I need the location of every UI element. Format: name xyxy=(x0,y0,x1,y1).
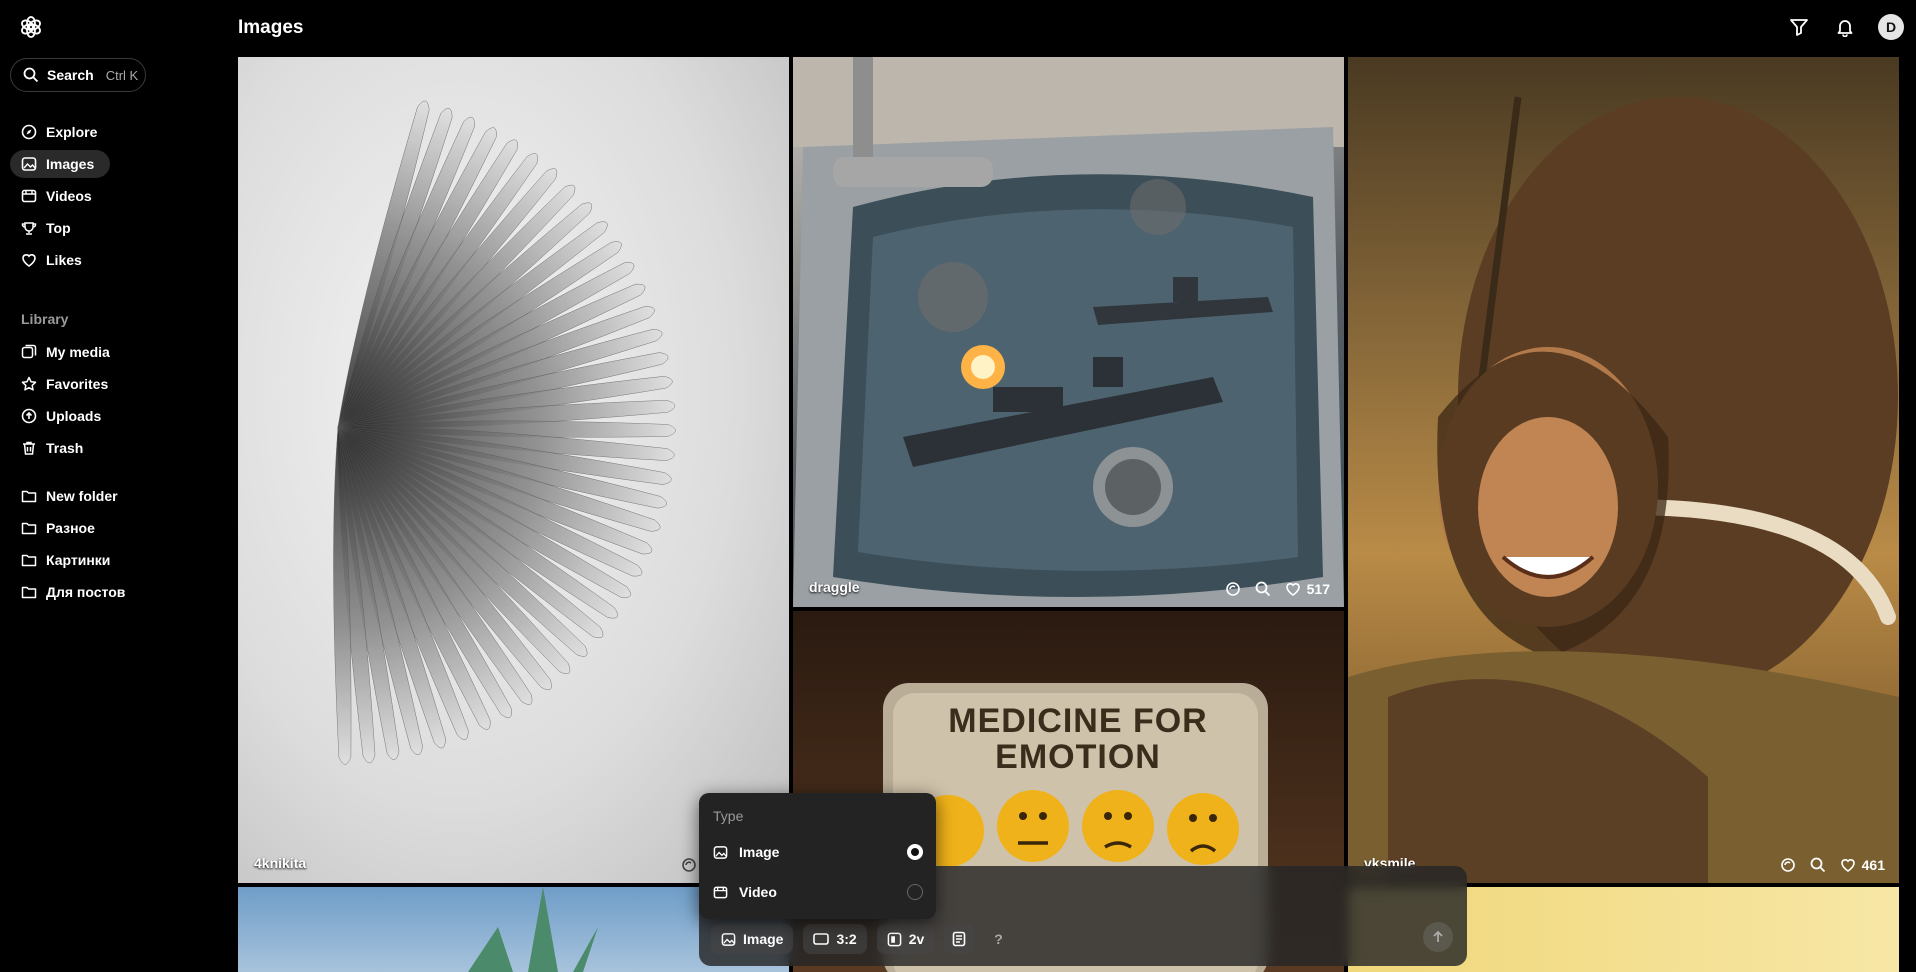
folder-label: New folder xyxy=(46,488,118,504)
type-option-label: Video xyxy=(739,884,777,900)
folder-item[interactable]: Картинки xyxy=(10,546,126,574)
bell-icon[interactable] xyxy=(1832,14,1858,40)
type-option-video[interactable]: Video xyxy=(713,877,923,907)
tile-author[interactable]: draggle xyxy=(809,579,860,595)
sidebar-item-favorites[interactable]: Favorites xyxy=(10,370,124,398)
folder-icon xyxy=(21,554,37,567)
sidebar-item-label: Favorites xyxy=(46,376,109,392)
library-heading: Library xyxy=(21,311,69,327)
image-icon xyxy=(721,932,736,946)
gallery-tile[interactable]: 4knikita xyxy=(238,57,789,883)
type-selector-button[interactable]: Image xyxy=(711,924,794,954)
arrow-up-icon xyxy=(1433,930,1443,942)
sidebar-item-label: Images xyxy=(46,156,95,172)
page-title: Images xyxy=(238,17,304,38)
sidebar-item-label: My media xyxy=(46,344,110,360)
sidebar-item-likes[interactable]: Likes xyxy=(10,246,98,274)
sidebar-item-trash[interactable]: Trash xyxy=(10,434,99,462)
type-menu: Type Image Video xyxy=(699,793,936,919)
heart-icon xyxy=(22,254,36,267)
trash-icon xyxy=(23,441,35,455)
variations-icon xyxy=(887,932,902,946)
zoom-icon[interactable] xyxy=(1810,857,1826,873)
aspect-ratio-label: 3:2 xyxy=(836,931,857,947)
tile-author[interactable]: 4knikita xyxy=(254,855,306,871)
sidebar: Search Ctrl K Explore Images Videos Top … xyxy=(0,56,236,972)
folder-icon xyxy=(21,586,37,599)
upload-icon xyxy=(21,408,37,424)
aspect-ratio-button[interactable]: 3:2 xyxy=(803,924,867,954)
gallery-tile[interactable]: vksmile 461 xyxy=(1348,57,1899,883)
type-option-label: Image xyxy=(739,844,780,860)
sidebar-item-uploads[interactable]: Uploads xyxy=(10,402,117,430)
main-nav: Explore Images Videos Top Likes xyxy=(10,118,210,278)
sidebar-item-images[interactable]: Images xyxy=(10,150,111,178)
tile-image xyxy=(793,57,1344,607)
like-button[interactable]: 461 xyxy=(1840,857,1885,873)
image-icon xyxy=(21,157,37,171)
remix-icon[interactable] xyxy=(1225,581,1241,597)
compass-icon xyxy=(21,124,37,140)
sidebar-item-label: Videos xyxy=(46,188,92,204)
tile-image xyxy=(333,100,676,765)
radio-selected[interactable] xyxy=(907,844,923,860)
zoom-icon[interactable] xyxy=(1255,581,1271,597)
sidebar-item-my-media[interactable]: My media xyxy=(10,338,126,366)
radio-unselected[interactable] xyxy=(907,884,923,900)
video-icon xyxy=(713,886,728,898)
sidebar-item-label: Trash xyxy=(46,440,84,456)
sidebar-item-label: Explore xyxy=(46,124,98,140)
sidebar-item-top[interactable]: Top xyxy=(10,214,87,242)
help-button[interactable]: ? xyxy=(984,924,1013,954)
media-icon xyxy=(21,344,37,359)
heart-icon xyxy=(1285,583,1300,596)
tile-caption: MEDICINE FOR EMOTION xyxy=(948,702,1208,776)
remix-icon[interactable] xyxy=(681,857,697,873)
folder-label: Картинки xyxy=(46,552,111,568)
sidebar-item-videos[interactable]: Videos xyxy=(10,182,108,210)
send-button[interactable] xyxy=(1423,922,1453,952)
heart-icon xyxy=(1840,859,1855,872)
video-icon xyxy=(21,189,37,203)
sidebar-item-explore[interactable]: Explore xyxy=(10,118,113,146)
folder-label: Разное xyxy=(46,520,95,536)
type-selector-label: Image xyxy=(743,931,784,947)
sidebar-item-label: Likes xyxy=(46,252,82,268)
like-count: 517 xyxy=(1306,581,1330,597)
trophy-icon xyxy=(21,222,37,235)
search-label: Search xyxy=(47,67,94,83)
notes-button[interactable] xyxy=(944,924,975,954)
sidebar-item-label: Uploads xyxy=(46,408,102,424)
type-menu-header: Type xyxy=(713,808,744,824)
image-icon xyxy=(713,845,728,859)
search-button[interactable]: Search Ctrl K xyxy=(10,58,146,92)
avatar[interactable]: D xyxy=(1878,14,1904,40)
remix-icon[interactable] xyxy=(1780,857,1796,873)
star-icon xyxy=(21,376,37,391)
variations-button[interactable]: 2v xyxy=(876,924,935,954)
search-icon xyxy=(23,67,39,83)
folder-new[interactable]: New folder xyxy=(10,482,134,510)
folder-icon xyxy=(21,522,37,535)
aspect-ratio-icon xyxy=(813,933,830,945)
folders-nav: New folder Разное Картинки Для постов xyxy=(10,482,210,610)
folder-label: Для постов xyxy=(46,584,126,600)
tile-image xyxy=(1348,96,1899,883)
like-button[interactable]: 517 xyxy=(1285,581,1330,597)
top-bar: Images D xyxy=(0,0,1916,56)
gallery-tile[interactable]: draggle 517 xyxy=(793,57,1344,607)
library-nav: My media Favorites Uploads Trash xyxy=(10,338,210,466)
app-logo-icon[interactable] xyxy=(18,14,44,40)
notes-icon xyxy=(952,931,966,947)
type-option-image[interactable]: Image xyxy=(713,837,923,867)
sidebar-item-label: Top xyxy=(46,220,71,236)
search-shortcut: Ctrl K xyxy=(105,67,139,83)
folder-item[interactable]: Разное xyxy=(10,514,111,542)
folder-icon xyxy=(21,490,37,503)
filter-icon[interactable] xyxy=(1786,14,1812,40)
folder-item[interactable]: Для постов xyxy=(10,578,141,606)
variations-label: 2v xyxy=(908,931,925,947)
like-count: 461 xyxy=(1861,857,1885,873)
